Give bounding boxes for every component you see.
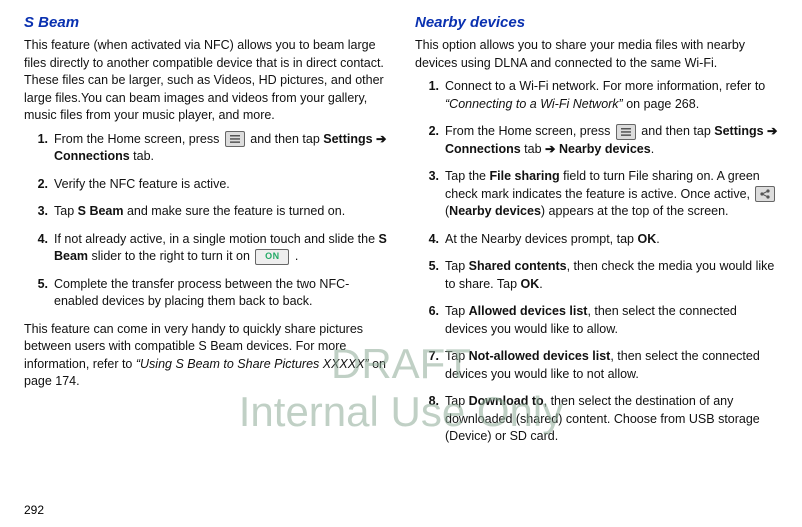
left-column: S Beam This feature (when activated via … [24, 12, 387, 456]
sbeam-step3: 3. Tap S Beam and make sure the feature … [54, 203, 387, 221]
nearby-step3: 3. Tap the File sharing field to turn Fi… [445, 168, 778, 221]
on-toggle-icon: ON [255, 249, 289, 265]
menu-icon [225, 131, 245, 147]
nearby-step8: 8. Tap Download to, then select the dest… [445, 393, 778, 446]
nearby-steps: 1. Connect to a Wi-Fi network. For more … [415, 78, 778, 446]
nearby-heading: Nearby devices [415, 12, 778, 33]
menu-icon [616, 124, 636, 140]
sbeam-step2: 2. Verify the NFC feature is active. [54, 176, 387, 194]
sbeam-step1: 1. From the Home screen, press and then … [54, 131, 387, 166]
nearby-step5: 5. Tap Shared contents, then check the m… [445, 258, 778, 293]
right-column: Nearby devices This option allows you to… [415, 12, 778, 456]
nearby-step1: 1. Connect to a Wi-Fi network. For more … [445, 78, 778, 113]
nearby-step7: 7. Tap Not-allowed devices list, then se… [445, 348, 778, 383]
two-column-layout: S Beam This feature (when activated via … [24, 12, 778, 456]
nearby-intro: This option allows you to share your med… [415, 37, 778, 72]
sbeam-step4: 4. If not already active, in a single mo… [54, 231, 387, 266]
share-icon [755, 186, 775, 202]
page-number: 292 [24, 503, 44, 517]
nearby-step6: 6. Tap Allowed devices list, then select… [445, 303, 778, 338]
nearby-step2: 2. From the Home screen, press and then … [445, 123, 778, 158]
nearby-step4: 4. At the Nearby devices prompt, tap OK. [445, 231, 778, 249]
sbeam-heading: S Beam [24, 12, 387, 33]
sbeam-intro: This feature (when activated via NFC) al… [24, 37, 387, 125]
sbeam-step5: 5. Complete the transfer process between… [54, 276, 387, 311]
sbeam-steps: 1. From the Home screen, press and then … [24, 131, 387, 311]
sbeam-outro: This feature can come in very handy to q… [24, 321, 387, 391]
